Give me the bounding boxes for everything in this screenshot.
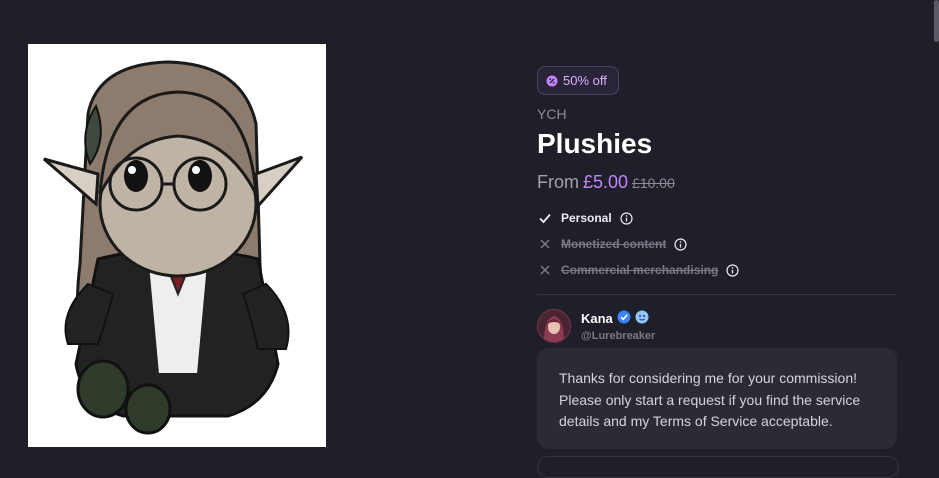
x-icon	[537, 236, 553, 252]
usage-right-commercial: Commercial merchandising	[537, 257, 739, 283]
usage-right-label: Commercial merchandising	[561, 263, 719, 277]
usage-right-label: Personal	[561, 211, 612, 225]
check-icon	[537, 210, 553, 226]
chibi-plush-illustration	[43, 60, 304, 435]
seller-message: Thanks for considering me for your commi…	[537, 348, 897, 449]
info-icon[interactable]	[674, 237, 687, 251]
seller-name[interactable]: Kana	[581, 311, 613, 326]
x-icon	[537, 262, 553, 278]
listing-category: YCH	[537, 106, 567, 122]
discount-badge: 50% off	[537, 66, 619, 95]
emoji-badge-icon	[635, 310, 649, 327]
next-section-card	[537, 456, 899, 478]
usage-right-personal: Personal	[537, 205, 739, 231]
price-prefix: From	[537, 172, 579, 192]
usage-right-monetized: Monetized content	[537, 231, 739, 257]
scrollbar-thumb[interactable]	[934, 0, 939, 42]
usage-right-label: Monetized content	[561, 237, 667, 251]
divider	[537, 294, 897, 295]
info-icon[interactable]	[620, 211, 633, 225]
avatar[interactable]	[537, 309, 571, 343]
listing-title: Plushies	[537, 128, 653, 159]
listing-artwork[interactable]	[28, 44, 326, 447]
seller-handle: @Lurebreaker	[581, 330, 656, 342]
seller-info[interactable]: Kana @Lurebreaker	[537, 309, 655, 343]
price-row: From £5.00 £10.00	[537, 172, 675, 193]
listing-details-panel: 50% off YCH Plushies From £5.00 £10.00 P…	[537, 0, 899, 478]
discount-label: 50% off	[563, 73, 607, 88]
price-original: £10.00	[632, 175, 675, 191]
usage-rights-list: Personal Monetized content Commercial me…	[537, 205, 739, 283]
price-current: £5.00	[583, 172, 629, 192]
info-icon[interactable]	[726, 263, 739, 277]
discount-icon	[546, 75, 558, 87]
verified-icon	[617, 310, 631, 327]
